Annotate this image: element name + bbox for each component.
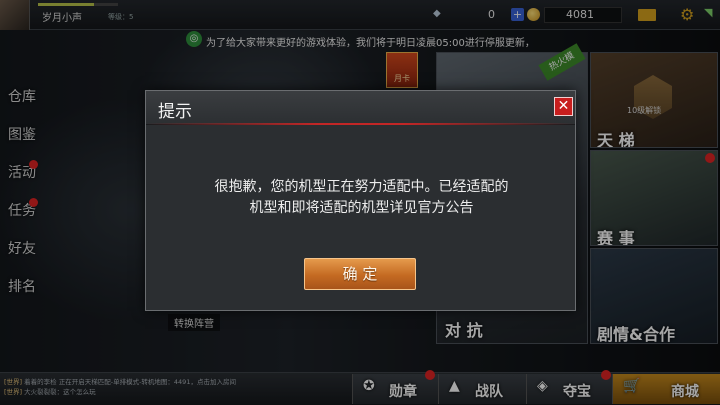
dialog-message: 很抱歉，您的机型正在努力适配中。已经适配的 机型和即将适配的机型详见官方公告 bbox=[166, 177, 557, 219]
dialog-header: 提示 ✕ bbox=[146, 91, 575, 125]
dialog-divider bbox=[146, 123, 575, 125]
notice-dialog: 提示 ✕ 很抱歉，您的机型正在努力适配中。已经适配的 机型和即将适配的机型详见官… bbox=[145, 90, 576, 311]
dialog-message-line: 机型和即将适配的机型详见官方公告 bbox=[249, 200, 474, 216]
dialog-title: 提示 bbox=[158, 102, 192, 122]
close-button[interactable]: ✕ bbox=[554, 97, 573, 116]
confirm-button[interactable]: 确 定 bbox=[304, 258, 416, 290]
dialog-message-line: 很抱歉，您的机型正在努力适配中。已经适配的 bbox=[214, 179, 509, 195]
